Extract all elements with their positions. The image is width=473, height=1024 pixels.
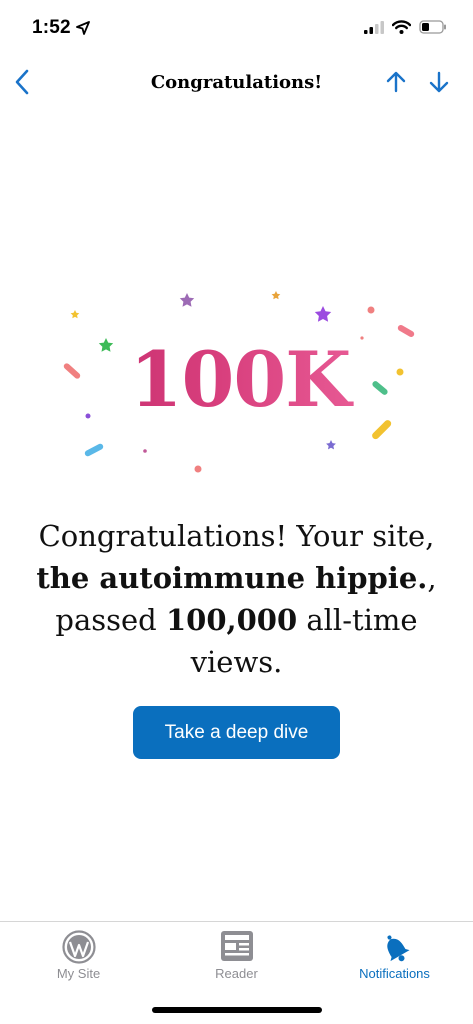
status-time: 1:52 <box>32 17 71 38</box>
site-name: the autoimmune hippie. <box>36 561 428 595</box>
wifi-icon <box>391 20 412 39</box>
battery-icon <box>419 20 447 39</box>
tab-label-reader: Reader <box>215 966 258 981</box>
next-notification-button[interactable] <box>421 66 457 102</box>
congratulations-message: Congratulations! Your site, the autoimmu… <box>30 515 443 683</box>
home-indicator <box>152 1007 322 1013</box>
newspaper-icon <box>220 930 254 967</box>
wordpress-icon <box>61 930 96 969</box>
tab-label-notifications: Notifications <box>359 966 430 981</box>
arrow-up-icon <box>386 71 406 98</box>
tab-my-site[interactable]: My Site <box>0 922 157 992</box>
signal-icon <box>364 20 384 39</box>
status-bar: 1:52 <box>0 0 473 60</box>
views-count: 100,000 <box>165 603 298 637</box>
milestone-illustration: 100K <box>40 280 440 480</box>
milestone-value: 100K <box>40 330 440 430</box>
status-indicators <box>364 20 447 39</box>
tab-reader[interactable]: Reader <box>158 922 315 992</box>
take-deep-dive-button[interactable]: Take a deep dive <box>133 706 340 759</box>
tab-label-my-site: My Site <box>56 966 101 981</box>
previous-notification-button[interactable] <box>378 66 414 102</box>
bell-icon <box>378 930 412 969</box>
tab-notifications[interactable]: Notifications <box>316 922 473 992</box>
arrow-down-icon <box>429 71 449 98</box>
navigation-bar: Congratulations! <box>0 60 473 108</box>
location-arrow-icon <box>76 21 90 40</box>
message-prefix: Congratulations! Your site, <box>38 519 435 553</box>
